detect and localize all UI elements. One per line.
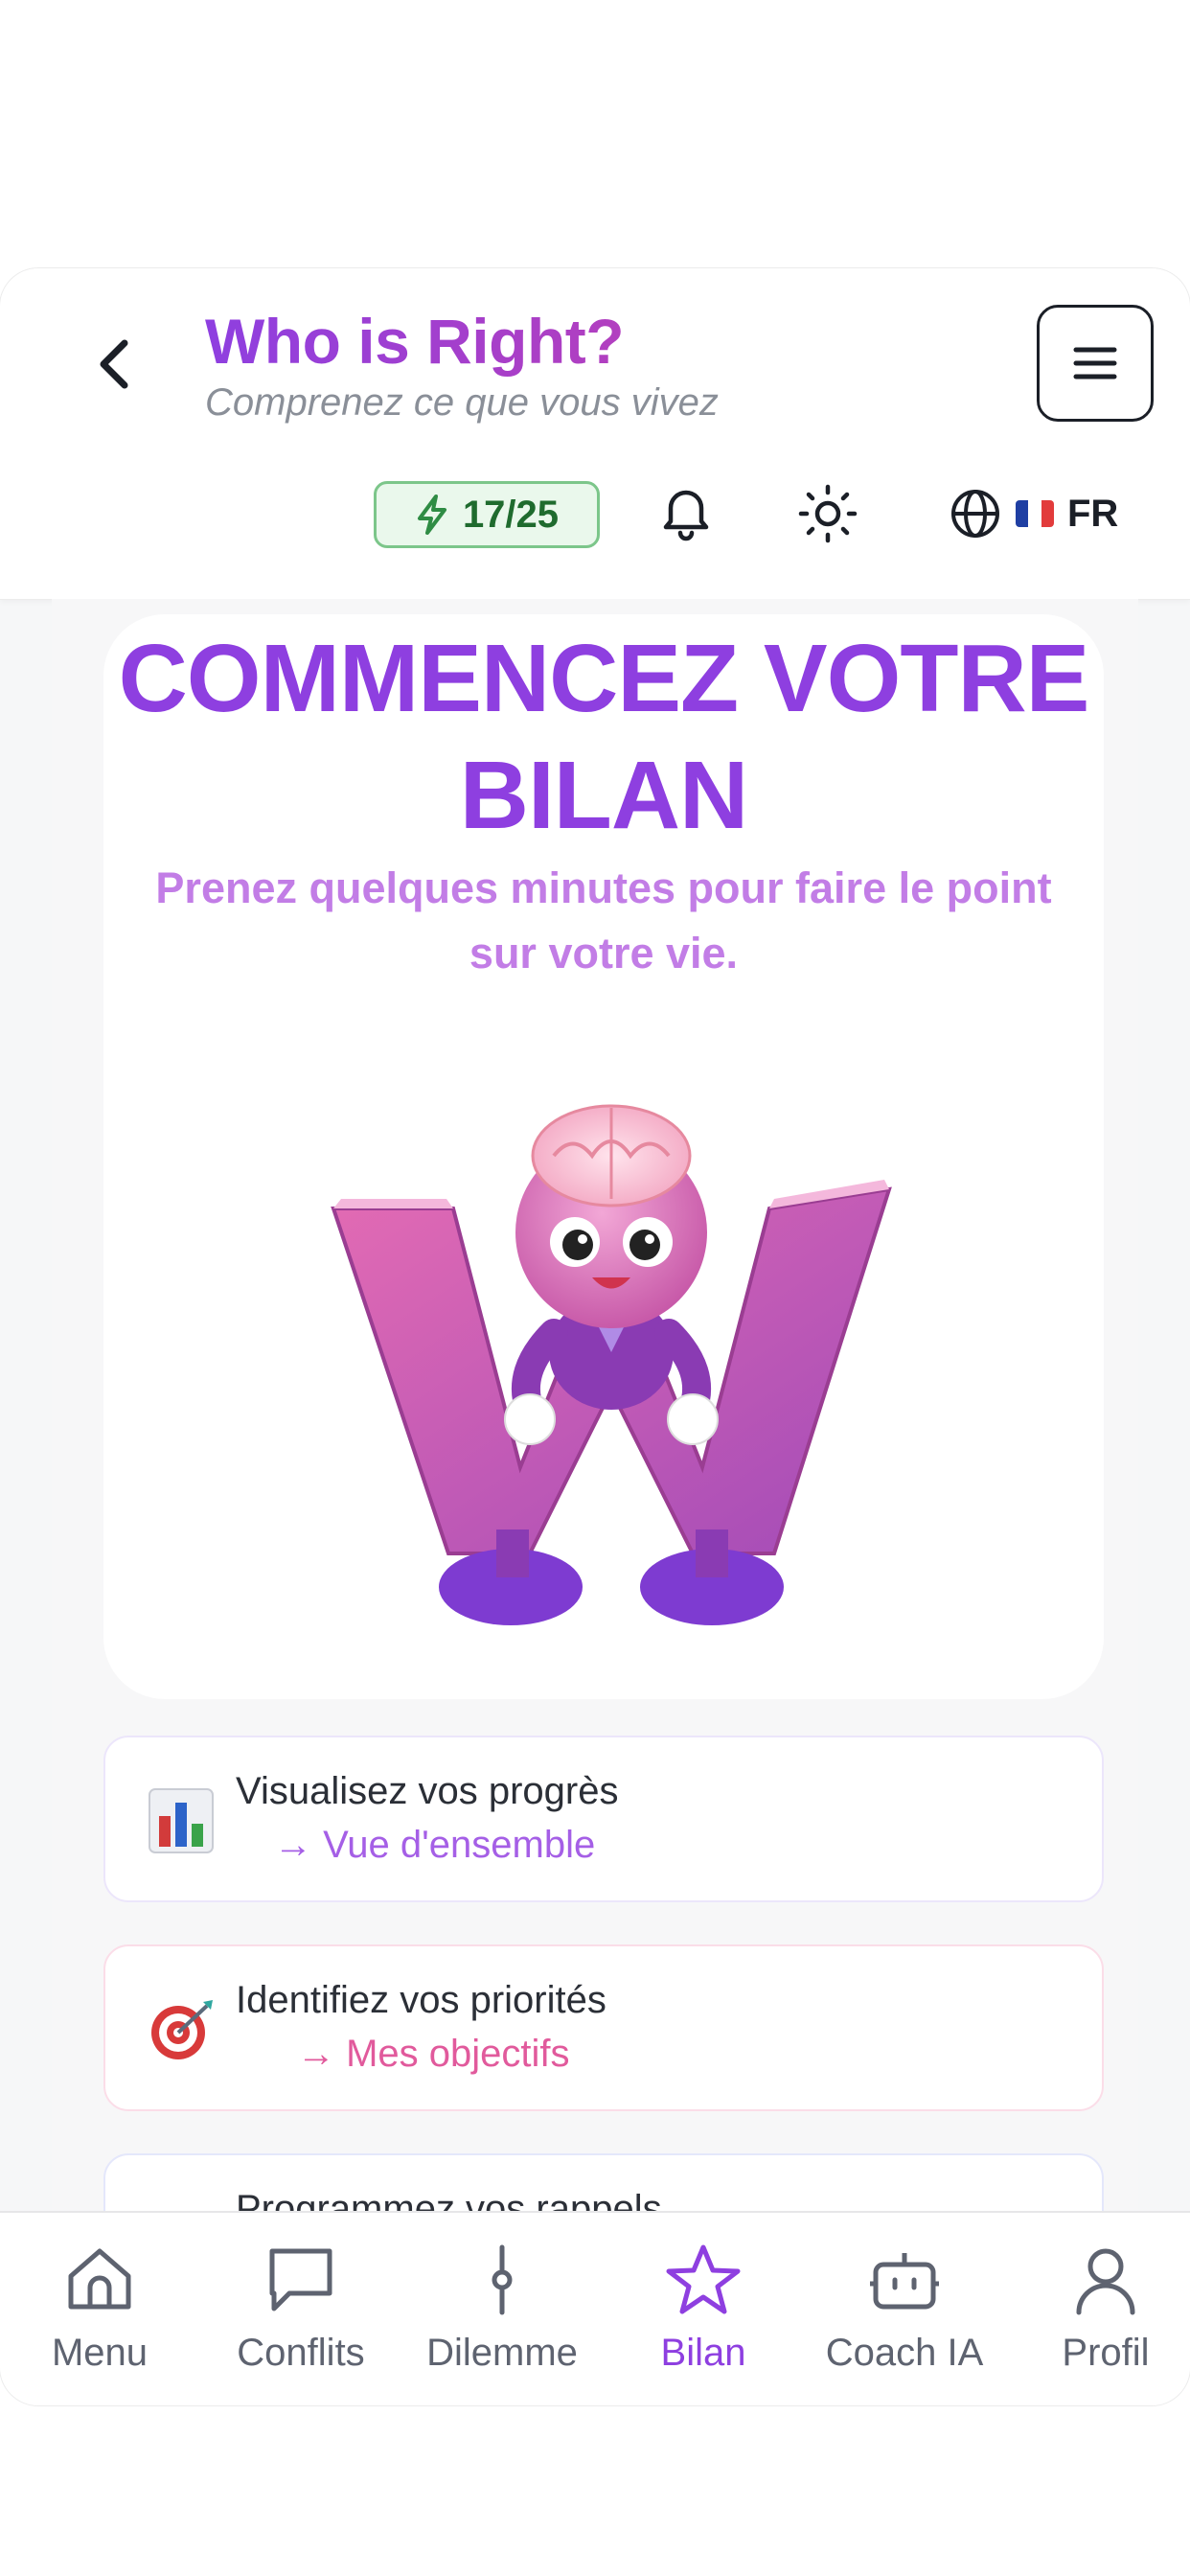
notifications-button[interactable]	[655, 481, 717, 542]
nav-label: Conflits	[237, 2332, 365, 2374]
credits-badge[interactable]: 17/25	[374, 481, 600, 548]
menu-icon	[1073, 347, 1117, 380]
theme-toggle-button[interactable]	[795, 481, 860, 546]
menu-button[interactable]	[1037, 305, 1154, 422]
nav-item-coach-ia[interactable]: Coach IA	[809, 2242, 1000, 2385]
bar-chart-icon	[149, 1788, 214, 1853]
globe-icon	[951, 490, 999, 538]
hero-subtitle-line1: Prenez quelques minutes pour faire le po…	[155, 863, 1052, 912]
target-icon	[151, 2000, 213, 2059]
language-code: FR	[1067, 492, 1119, 535]
feature-card-priorities[interactable]: Identifiez vos priorités → Mes objectifs	[103, 1944, 1104, 2111]
back-chevron-icon	[100, 339, 128, 389]
nav-label: Coach IA	[825, 2332, 984, 2374]
hero-subtitle: Prenez quelques minutes pour faire le po…	[123, 856, 1085, 986]
nav-label: Profil	[1062, 2332, 1150, 2374]
nav-item-menu[interactable]: Menu	[4, 2242, 195, 2385]
language-selector[interactable]: FR	[949, 483, 1118, 544]
flag-fr-icon	[1016, 500, 1054, 527]
app-screen: Who is Right? Comprenez ce que vous vive…	[0, 268, 1190, 2405]
nav-item-dilemme[interactable]: Dilemme	[406, 2242, 598, 2385]
hero-title: COMMENCEZ VOTRE BILAN	[103, 620, 1104, 854]
bottom-navigation: Menu Conflits Dilemme Bilan Coach IA Pro…	[0, 2211, 1190, 2405]
nav-label: Menu	[51, 2332, 149, 2374]
hero-title-line2: BILAN	[459, 742, 749, 849]
nav-label: Dilemme	[426, 2332, 578, 2374]
credits-count: 17/25	[462, 493, 560, 536]
app-subtitle: Comprenez ce que vous vivez	[205, 381, 719, 424]
nav-item-conflits[interactable]: Conflits	[205, 2242, 397, 2385]
user-icon	[1076, 2248, 1135, 2315]
app-title: Who is Right?	[205, 306, 625, 377]
sun-icon	[798, 484, 858, 543]
robot-icon	[870, 2253, 939, 2310]
lightning-icon	[417, 494, 446, 535]
hero-subtitle-line2: sur votre vie.	[469, 929, 739, 978]
home-icon	[68, 2248, 131, 2310]
nav-label: Bilan	[660, 2332, 746, 2374]
hero-title-line1: COMMENCEZ VOTRE	[118, 625, 1090, 732]
nav-item-profil[interactable]: Profil	[1010, 2242, 1190, 2385]
feature-title: Visualisez vos progrès	[236, 1770, 619, 1812]
chat-icon	[269, 2248, 332, 2312]
feature-title: Identifiez vos priorités	[236, 1979, 606, 2021]
feature-link-overview[interactable]: → Vue d'ensemble	[274, 1824, 595, 1867]
main-content: COMMENCEZ VOTRE BILAN Prenez quelques mi…	[52, 599, 1138, 2405]
star-icon	[666, 2244, 741, 2314]
nav-item-bilan[interactable]: Bilan	[607, 2242, 799, 2385]
bell-icon	[663, 490, 709, 541]
top-header: Who is Right? Comprenez ce que vous vive…	[0, 268, 1190, 600]
mascot-illustration	[331, 1104, 892, 1625]
balance-icon	[492, 2244, 513, 2315]
feature-link-objectives[interactable]: → Mes objectifs	[297, 2033, 570, 2076]
hero-card: COMMENCEZ VOTRE BILAN Prenez quelques mi…	[103, 614, 1104, 1699]
back-button[interactable]	[86, 335, 144, 393]
feature-card-progress[interactable]: Visualisez vos progrès → Vue d'ensemble	[103, 1736, 1104, 1902]
